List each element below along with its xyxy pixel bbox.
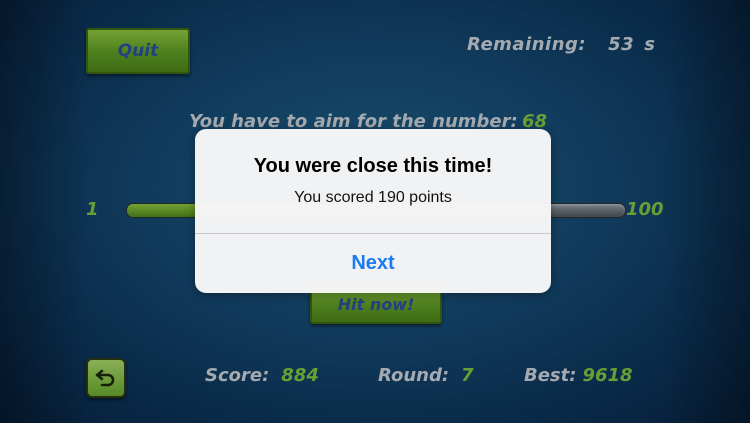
result-dialog: You were close this time! You scored 190… (195, 129, 551, 293)
dialog-title: You were close this time! (253, 155, 493, 177)
next-button[interactable]: Next (195, 234, 551, 293)
game-screen: Quit Remaining: 53 s You have to aim for t… (0, 0, 750, 423)
next-button-label: Next (351, 252, 395, 274)
dialog-message: You scored 190 points (294, 189, 452, 206)
